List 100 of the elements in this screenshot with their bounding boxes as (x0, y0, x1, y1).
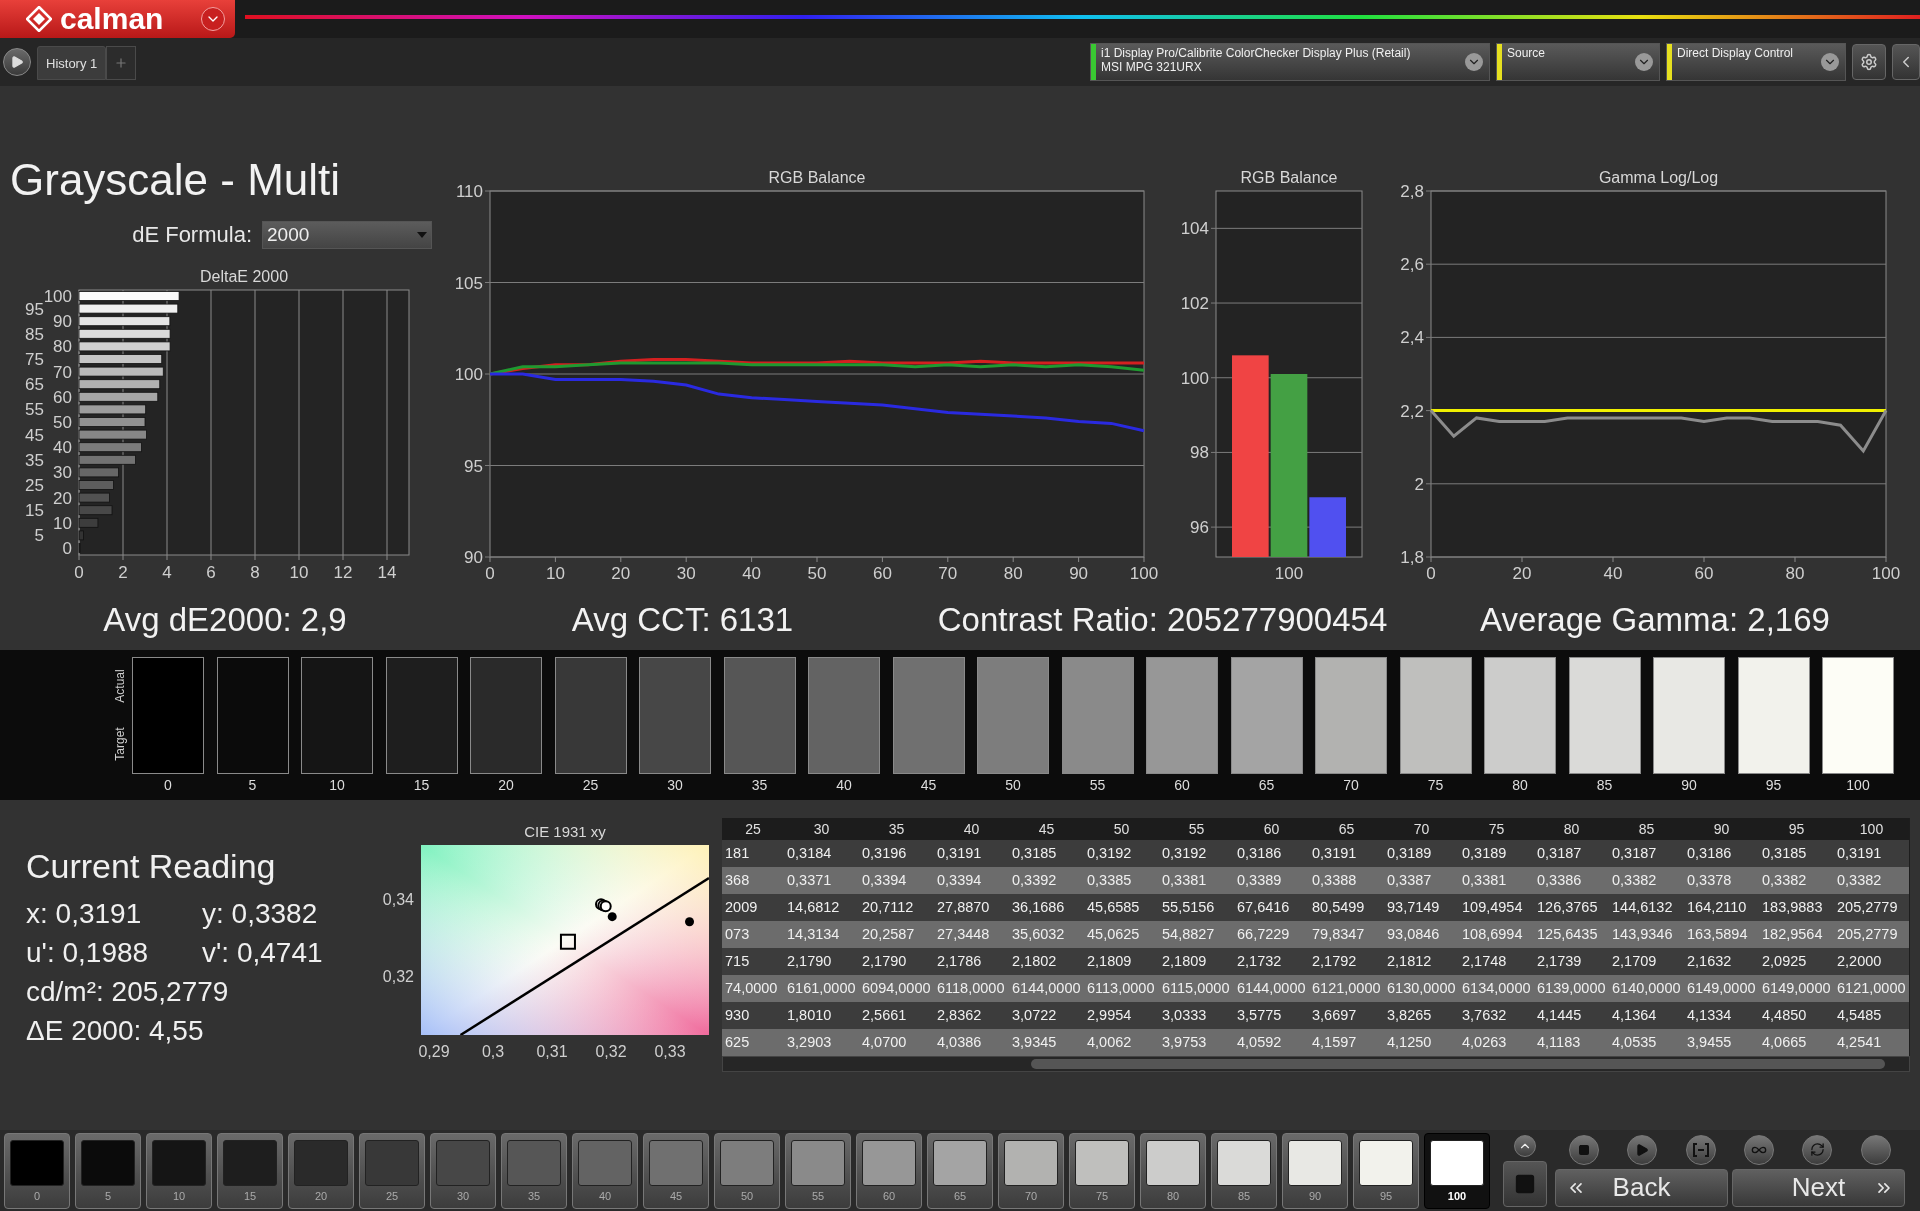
menu-button[interactable] (201, 7, 225, 31)
patch-button[interactable]: 15 (217, 1132, 283, 1209)
swatch-label: 85 (1596, 777, 1613, 793)
table-cell: 0,3186 (1684, 840, 1759, 867)
patch-button[interactable]: 10 (146, 1132, 212, 1209)
table-cell: 125,6435 (1534, 921, 1609, 948)
axis-tick-label: 102 (1180, 294, 1209, 314)
table-cell: 4,1334 (1684, 1002, 1759, 1029)
patch-button[interactable]: 100 (1424, 1132, 1490, 1209)
patch-button[interactable]: 30 (430, 1132, 496, 1209)
strip-label: Actual (113, 669, 127, 703)
loop-button[interactable] (1744, 1134, 1775, 1165)
refresh-button[interactable] (1802, 1134, 1833, 1165)
table-cell: 0,3189 (1459, 840, 1534, 867)
summary-stat: Avg CCT: 6131 (570, 601, 795, 639)
table-cell: 0,3387 (1384, 867, 1459, 894)
formula-select[interactable]: 2000 (262, 221, 432, 249)
patch-button[interactable]: 65 (927, 1132, 993, 1209)
swatch-label: 55 (1089, 777, 1106, 793)
caret-icon (417, 232, 427, 238)
axis-tick-label: 90 (464, 548, 483, 567)
history-tab[interactable]: History 1 (37, 46, 107, 80)
table-cell: 6140,0000 (1609, 975, 1684, 1002)
up-button[interactable] (1514, 1134, 1536, 1157)
swatch-label: 65 (1258, 777, 1275, 793)
swatch-label: 25 (582, 777, 599, 793)
round-button[interactable] (1860, 1134, 1891, 1165)
device-dropdown[interactable]: Source (1496, 43, 1660, 81)
table-cell: 4,0535 (1609, 1029, 1684, 1056)
table-cell: 6130,0000 (1384, 975, 1459, 1002)
table-cell: 4,1364 (1609, 1002, 1684, 1029)
swatch-label: 10 (329, 777, 345, 793)
reading-value: u': 0,1988 (26, 936, 150, 969)
patch-button[interactable]: 70 (998, 1132, 1064, 1209)
table-cell: 0,3386 (1534, 867, 1609, 894)
patch-button[interactable]: 50 (714, 1132, 780, 1209)
patch-button[interactable]: 85 (1211, 1132, 1277, 1209)
table-cell: 0,3371 (784, 867, 859, 894)
axis-tick-label: 98 (1190, 443, 1209, 463)
patch-button[interactable]: 20 (288, 1132, 354, 1209)
axis-tick-label: 40 (742, 564, 762, 583)
axis-tick-label: 12 (333, 563, 353, 582)
patch-button[interactable]: 0 (4, 1132, 70, 1209)
table-cell: 0,3189 (1384, 840, 1459, 867)
play-button[interactable] (3, 48, 31, 76)
table-cell: 3,9345 (1009, 1029, 1084, 1056)
axis-tick-label: 0 (1426, 564, 1436, 583)
back-button[interactable]: Back (1555, 1168, 1728, 1207)
patch-button[interactable]: 45 (643, 1132, 709, 1209)
patch-button[interactable]: 75 (1069, 1132, 1135, 1209)
table-cell: 2,1739 (1534, 948, 1609, 975)
device-dropdown[interactable]: i1 Display Pro/Calibrite ColorChecker Display Plus (Retail) MSI MPG 321URX (1090, 43, 1490, 81)
table-cell: 205,2779 (1834, 894, 1909, 921)
scrollbar[interactable] (722, 1056, 1910, 1072)
axis-tick-label: 2,6 (1400, 255, 1424, 275)
patch-button[interactable]: 40 (572, 1132, 638, 1209)
next-button[interactable]: Next (1732, 1168, 1905, 1207)
patch-button[interactable]: 25 (359, 1132, 425, 1209)
axis-tick-label: 80 (1003, 564, 1023, 583)
stop-button[interactable] (1503, 1160, 1547, 1207)
axis-tick-label: 45 (25, 425, 44, 445)
table-cell: 93,0846 (1384, 921, 1459, 948)
table-cell: 36,1686 (1009, 894, 1084, 921)
table-cell: 6121,0000 (1309, 975, 1384, 1002)
measure-button[interactable] (1685, 1134, 1716, 1165)
table-cell: 3,0333 (1159, 1002, 1234, 1029)
settings-button[interactable] (1852, 44, 1886, 80)
device-dropdown[interactable]: Direct Display Control (1666, 43, 1846, 81)
axis-tick-label: 10 (289, 563, 309, 582)
table-cell: 6094,0000 (859, 975, 934, 1002)
axis-tick-label: 85 (25, 324, 44, 344)
axis-tick-label: 96 (1190, 518, 1209, 538)
table-cell: 67,6416 (1234, 894, 1309, 921)
table-cell: 164,2110 (1684, 894, 1759, 921)
collapse-button[interactable] (1892, 44, 1920, 80)
patch-button[interactable]: 80 (1140, 1132, 1206, 1209)
table-cell: 4,1597 (1309, 1029, 1384, 1056)
patch-button[interactable]: 55 (785, 1132, 851, 1209)
field-label: dE Formula: (132, 222, 252, 248)
axis-tick-label: 0 (74, 563, 84, 582)
patch-button[interactable]: 5 (75, 1132, 141, 1209)
axis-tick-label: 60 (872, 564, 892, 583)
table-cell: 0,3394 (934, 867, 1009, 894)
patch-button[interactable]: 90 (1282, 1132, 1348, 1209)
axis-tick-label: 0,3 (481, 1043, 505, 1060)
table-cell: 2,2000 (1834, 948, 1909, 975)
patch-button[interactable]: 60 (856, 1132, 922, 1209)
reading-value: y: 0,3382 (202, 897, 318, 930)
play-icon (10, 55, 24, 69)
patch-button[interactable]: 95 (1353, 1132, 1419, 1209)
axis-tick-label: 100 (1129, 564, 1159, 583)
strip-label: Target (113, 727, 127, 761)
table-cell: 0,3378 (1684, 867, 1759, 894)
table-cell: 4,0665 (1759, 1029, 1834, 1056)
patch-button[interactable]: 35 (501, 1132, 567, 1209)
axis-tick-label: 2,4 (1400, 328, 1424, 348)
table-cell: 4,0592 (1234, 1029, 1309, 1056)
table-cell: 073 (722, 921, 784, 948)
table-cell: 108,6994 (1459, 921, 1534, 948)
stop-button[interactable] (1569, 1134, 1600, 1165)
